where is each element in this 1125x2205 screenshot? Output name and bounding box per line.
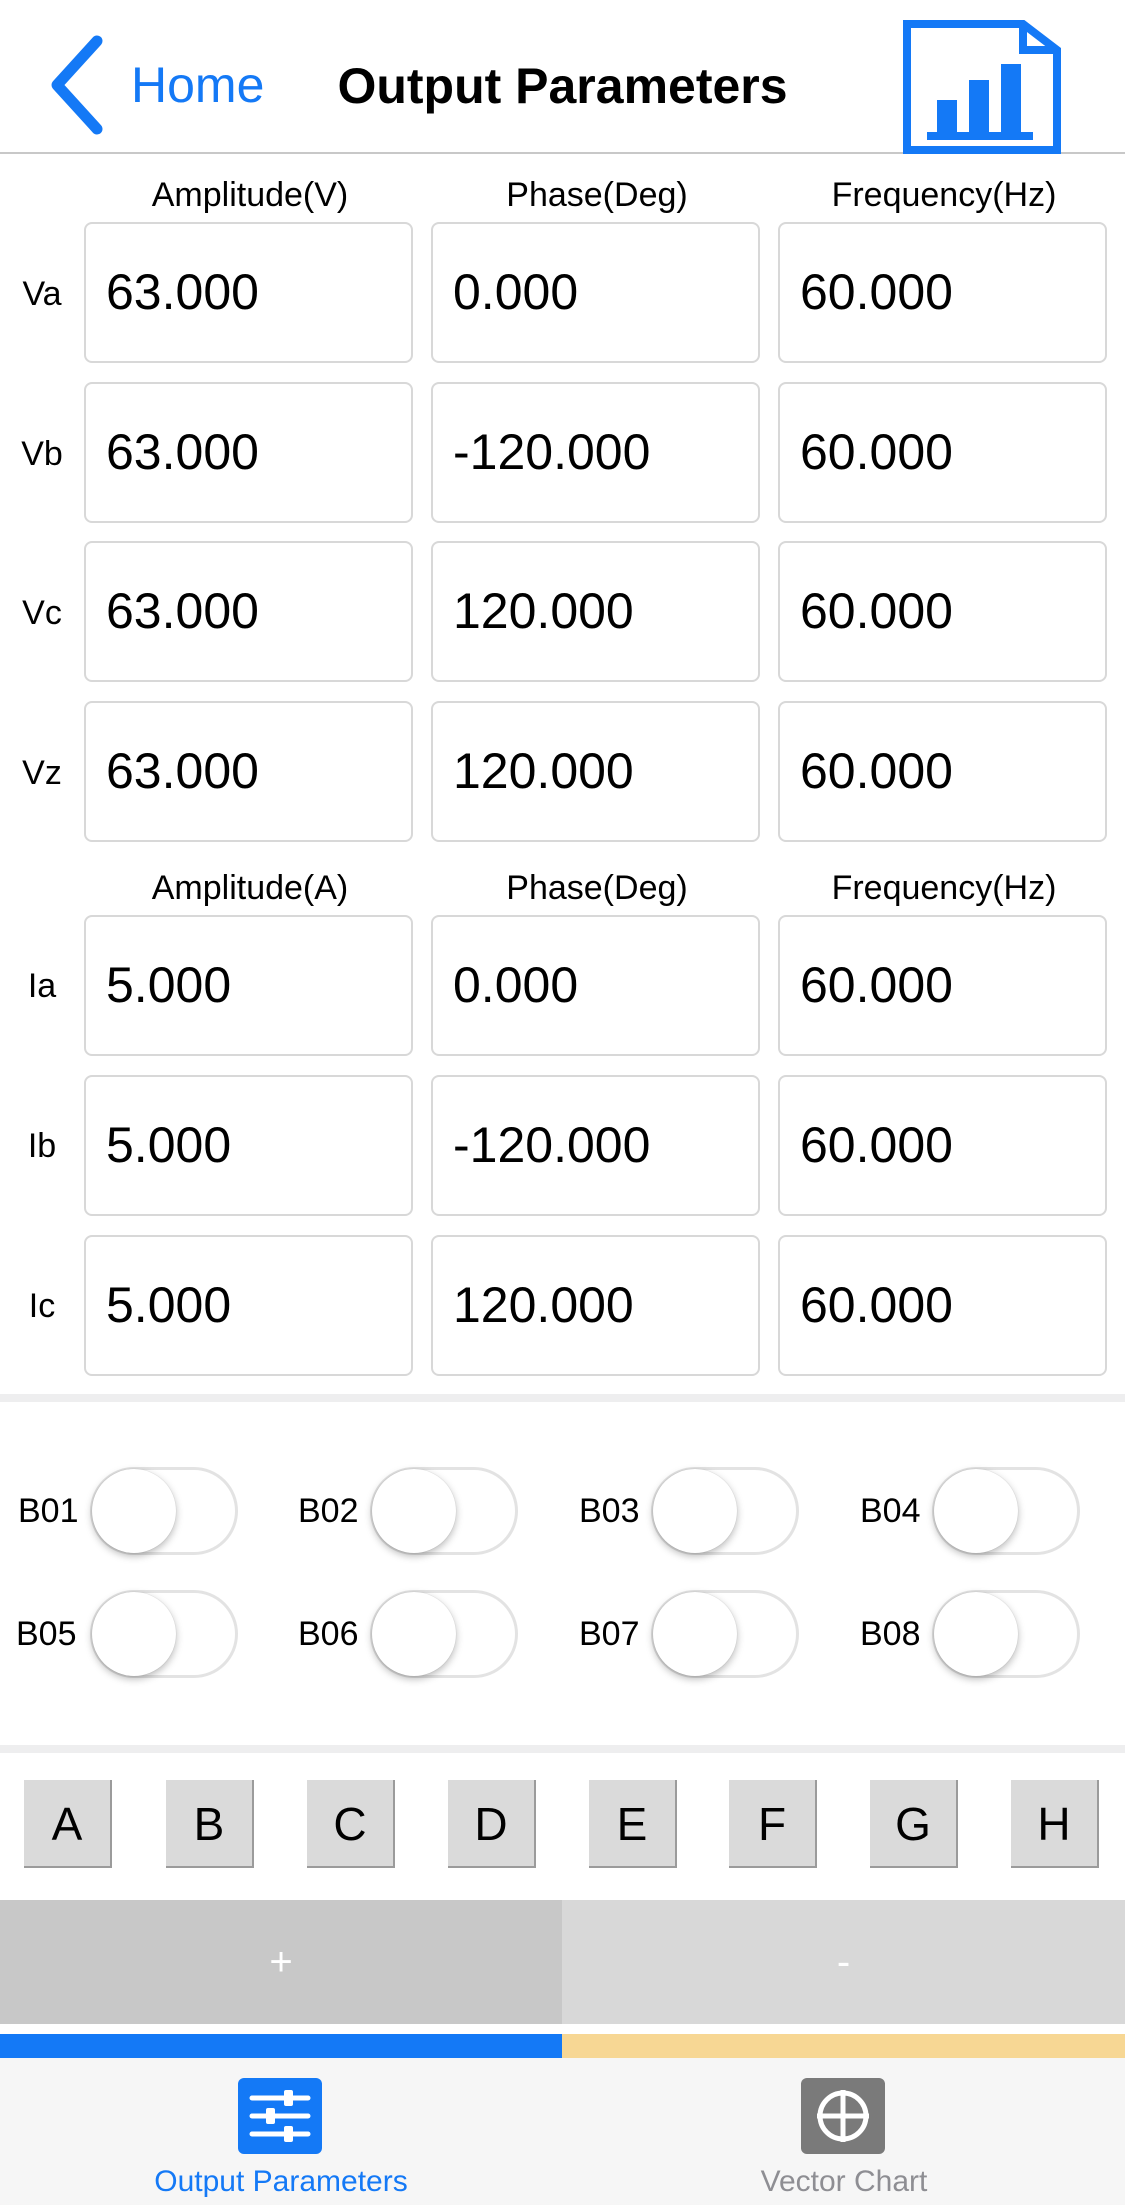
back-button[interactable]: Home <box>45 35 275 135</box>
vz-frequency-field[interactable]: 60.000 <box>778 701 1107 842</box>
va-amplitude-field[interactable]: 63.000 <box>84 222 413 363</box>
vc-frequency-field[interactable]: 60.000 <box>778 541 1107 682</box>
vb-amplitude-field[interactable]: 63.000 <box>84 382 413 523</box>
vz-amplitude-field[interactable]: 63.000 <box>84 701 413 842</box>
page-title: Output Parameters <box>337 58 788 114</box>
toggle-knob <box>934 1469 1018 1553</box>
toggle-b06[interactable] <box>370 1590 518 1678</box>
toggle-b01[interactable] <box>90 1467 238 1555</box>
vc-phase-field[interactable]: 120.000 <box>431 541 760 682</box>
toggle-knob <box>92 1469 176 1553</box>
ic-amplitude-field[interactable]: 5.000 <box>84 1235 413 1376</box>
toggle-label-b04: B04 <box>860 1492 921 1530</box>
vc-amplitude-field[interactable]: 63.000 <box>84 541 413 682</box>
increment-button[interactable]: + <box>0 1900 562 2024</box>
row-label-vb: Vb <box>21 435 63 473</box>
sliders-icon <box>238 2078 322 2154</box>
navigation-bar: Home Output Parameters <box>0 0 1125 154</box>
letter-button-b[interactable]: B <box>166 1780 254 1868</box>
toggle-knob <box>934 1592 1018 1676</box>
back-label: Home <box>131 57 265 113</box>
crosshair-icon <box>801 2078 885 2154</box>
row-label-va: Va <box>22 275 62 313</box>
letter-button-d[interactable]: D <box>448 1780 536 1868</box>
toggle-knob <box>653 1469 737 1553</box>
tab-bar: Output Parameters Vector Chart <box>0 2058 1125 2205</box>
toggle-label-b05: B05 <box>16 1615 77 1653</box>
va-frequency-field[interactable]: 60.000 <box>778 222 1107 363</box>
toggle-label-b01: B01 <box>18 1492 79 1530</box>
toggle-knob <box>92 1592 176 1676</box>
ia-frequency-field[interactable]: 60.000 <box>778 915 1107 1056</box>
voltage-phase-header: Phase(Deg) <box>506 176 688 214</box>
voltage-amplitude-header: Amplitude(V) <box>151 176 349 214</box>
toggle-knob <box>372 1592 456 1676</box>
toggle-label-b07: B07 <box>579 1615 640 1653</box>
ic-frequency-field[interactable]: 60.000 <box>778 1235 1107 1376</box>
ia-amplitude-field[interactable]: 5.000 <box>84 915 413 1056</box>
chevron-left-icon <box>51 35 103 135</box>
toggle-b03[interactable] <box>651 1467 799 1555</box>
decrement-indicator-bar <box>562 2034 1125 2058</box>
current-phase-header: Phase(Deg) <box>506 869 688 907</box>
decrement-button[interactable]: - <box>562 1900 1125 2024</box>
ic-phase-field[interactable]: 120.000 <box>431 1235 760 1376</box>
ia-phase-field[interactable]: 0.000 <box>431 915 760 1056</box>
row-label-vz: Vz <box>22 754 62 792</box>
letter-button-a[interactable]: A <box>24 1780 112 1868</box>
chart-report-button[interactable] <box>903 20 1063 154</box>
voltage-frequency-header: Frequency(Hz) <box>831 176 1057 214</box>
increment-indicator-bar <box>0 2034 562 2058</box>
toggle-knob <box>653 1592 737 1676</box>
vz-phase-field[interactable]: 120.000 <box>431 701 760 842</box>
tab-label-vector-chart: Vector Chart <box>760 2165 928 2198</box>
toggle-knob <box>372 1469 456 1553</box>
ib-frequency-field[interactable]: 60.000 <box>778 1075 1107 1216</box>
toggle-label-b02: B02 <box>298 1492 359 1530</box>
section-divider <box>0 1394 1125 1402</box>
row-label-vc: Vc <box>22 594 62 632</box>
toggle-label-b06: B06 <box>298 1615 359 1653</box>
row-label-ic: Ic <box>28 1287 56 1325</box>
tab-output-parameters[interactable]: Output Parameters <box>0 2058 562 2205</box>
row-label-ib: Ib <box>27 1127 57 1165</box>
toggle-label-b03: B03 <box>579 1492 640 1530</box>
ib-amplitude-field[interactable]: 5.000 <box>84 1075 413 1216</box>
toggle-b07[interactable] <box>651 1590 799 1678</box>
section-divider <box>0 1745 1125 1753</box>
row-label-ia: Ia <box>27 967 57 1005</box>
letter-button-g[interactable]: G <box>870 1780 958 1868</box>
letter-button-c[interactable]: C <box>307 1780 395 1868</box>
toggle-b05[interactable] <box>90 1590 238 1678</box>
toggle-b04[interactable] <box>932 1467 1080 1555</box>
letter-button-f[interactable]: F <box>729 1780 817 1868</box>
vb-phase-field[interactable]: -120.000 <box>431 382 760 523</box>
ib-phase-field[interactable]: -120.000 <box>431 1075 760 1216</box>
current-frequency-header: Frequency(Hz) <box>831 869 1057 907</box>
bar-chart-document-icon <box>903 20 1061 154</box>
letter-button-e[interactable]: E <box>589 1780 677 1868</box>
letter-button-h[interactable]: H <box>1011 1780 1099 1868</box>
vb-frequency-field[interactable]: 60.000 <box>778 382 1107 523</box>
toggle-b08[interactable] <box>932 1590 1080 1678</box>
va-phase-field[interactable]: 0.000 <box>431 222 760 363</box>
toggle-label-b08: B08 <box>860 1615 921 1653</box>
toggle-b02[interactable] <box>370 1467 518 1555</box>
current-amplitude-header: Amplitude(A) <box>151 869 349 907</box>
tab-label-output-parameters: Output Parameters <box>154 2165 408 2198</box>
tab-vector-chart[interactable]: Vector Chart <box>563 2058 1125 2205</box>
